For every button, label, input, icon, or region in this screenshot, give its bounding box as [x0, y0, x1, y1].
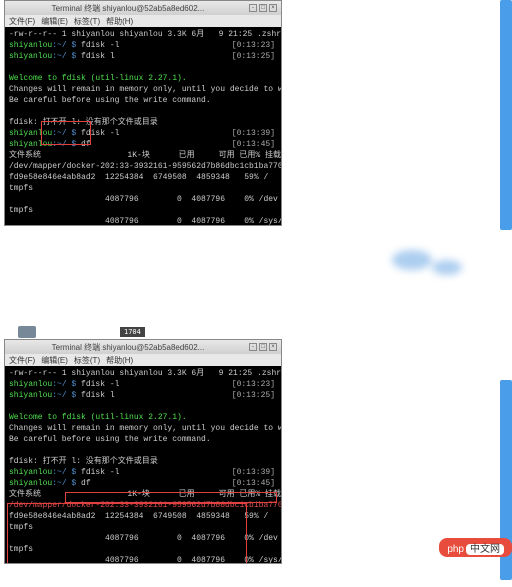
terminal-line: fdisk: 打不开 l: 没有那个文件或目录: [9, 456, 277, 467]
terminal-line: shiyanlou:~/ $ fdisk -l[0:13:23]: [9, 40, 277, 51]
terminal-line: /dev/mapper/docker-202:33-3932161-959562…: [9, 161, 277, 172]
terminal-line: 文件系统 1K-块 已用 可用 已用% 挂载点: [9, 489, 277, 500]
terminal-line: tmpfs: [9, 522, 277, 533]
php-badge: php中文网: [439, 538, 512, 557]
terminal-line: fd9e58e846e4ab8ad2 12254384 6749508 4859…: [9, 511, 277, 522]
folder-icon[interactable]: [18, 326, 36, 338]
menu-edit[interactable]: 编辑(E): [41, 16, 68, 27]
terminal-line: Changes will remain in memory only, unti…: [9, 423, 277, 434]
terminal-line: Be careful before using the write comman…: [9, 434, 277, 445]
maximize-button[interactable]: □: [259, 4, 267, 12]
terminal-line: shiyanlou:~/ $ fdisk l[0:13:25]: [9, 51, 277, 62]
window-title: Terminal 终端 shiyanlou@52ab5a8ed602...: [9, 342, 247, 353]
menu-help[interactable]: 帮助(H): [106, 16, 133, 27]
terminal-line: Changes will remain in memory only, unti…: [9, 84, 277, 95]
terminal-output[interactable]: -rw-r--r-- 1 shiyanlou shiyanlou 3.3K 6月…: [5, 27, 281, 225]
terminal-line: [9, 62, 277, 73]
terminal-line: Welcome to fdisk (util-linux 2.27.1).: [9, 412, 277, 423]
terminal-window-2[interactable]: Terminal 终端 shiyanlou@52ab5a8ed602... - …: [4, 339, 282, 564]
terminal-line: fdisk: 打不开 l: 没有那个文件或目录: [9, 117, 277, 128]
terminal-line: /dev/mapper/docker-202:33-3932161-959562…: [9, 500, 277, 511]
terminal-line: tmpfs: [9, 205, 277, 216]
menu-help[interactable]: 帮助(H): [106, 355, 133, 366]
taskbar-time: 1704: [120, 327, 145, 337]
menubar[interactable]: 文件(F) 编辑(E) 标签(T) 帮助(H): [5, 354, 281, 366]
close-button[interactable]: ×: [269, 4, 277, 12]
terminal-line: fd9e58e846e4ab8ad2 12254384 6749508 4859…: [9, 172, 277, 183]
menu-tabs[interactable]: 标签(T): [74, 355, 100, 366]
window-title: Terminal 终端 shiyanlou@52ab5a8ed602...: [9, 3, 247, 14]
minimize-button[interactable]: -: [249, 343, 257, 351]
terminal-line: shiyanlou:~/ $ fdisk -l[0:13:23]: [9, 379, 277, 390]
titlebar[interactable]: Terminal 终端 shiyanlou@52ab5a8ed602... - …: [5, 340, 281, 354]
menubar[interactable]: 文件(F) 编辑(E) 标签(T) 帮助(H): [5, 15, 281, 27]
terminal-line: shiyanlou:~/ $ fdisk -l[0:13:39]: [9, 467, 277, 478]
close-button[interactable]: ×: [269, 343, 277, 351]
terminal-line: -rw-r--r-- 1 shiyanlou shiyanlou 3.3K 6月…: [9, 29, 277, 40]
minimize-button[interactable]: -: [249, 4, 257, 12]
menu-file[interactable]: 文件(F): [9, 16, 35, 27]
terminal-line: 4087796 0 4087796 0% /sys/fs/cgroup: [9, 555, 277, 563]
terminal-line: Be careful before using the write comman…: [9, 95, 277, 106]
terminal-line: shiyanlou:~/ $ df[0:13:45]: [9, 478, 277, 489]
terminal-line: 文件系统 1K-块 已用 可用 已用% 挂载点: [9, 150, 277, 161]
maximize-button[interactable]: □: [259, 343, 267, 351]
terminal-line: 4087796 0 4087796 0% /sys/fs/cgroup: [9, 216, 277, 225]
terminal-line: tmpfs: [9, 183, 277, 194]
terminal-line: shiyanlou:~/ $ fdisk l[0:13:25]: [9, 390, 277, 401]
terminal-line: tmpfs: [9, 544, 277, 555]
terminal-line: [9, 106, 277, 117]
terminal-line: 4087796 0 4087796 0% /dev: [9, 533, 277, 544]
page-decoration: [500, 0, 512, 230]
terminal-line: 4087796 0 4087796 0% /dev: [9, 194, 277, 205]
terminal-line: shiyanlou:~/ $ df[0:13:45]: [9, 139, 277, 150]
menu-edit[interactable]: 编辑(E): [41, 355, 68, 366]
terminal-output[interactable]: -rw-r--r-- 1 shiyanlou shiyanlou 3.3K 6月…: [5, 366, 281, 563]
titlebar[interactable]: Terminal 终端 shiyanlou@52ab5a8ed602... - …: [5, 1, 281, 15]
terminal-line: Welcome to fdisk (util-linux 2.27.1).: [9, 73, 277, 84]
terminal-line: [9, 401, 277, 412]
terminal-line: shiyanlou:~/ $ fdisk -l[0:13:39]: [9, 128, 277, 139]
terminal-line: [9, 445, 277, 456]
terminal-line: -rw-r--r-- 1 shiyanlou shiyanlou 3.3K 6月…: [9, 368, 277, 379]
terminal-window-1[interactable]: Terminal 终端 shiyanlou@52ab5a8ed602... - …: [4, 0, 282, 226]
menu-tabs[interactable]: 标签(T): [74, 16, 100, 27]
menu-file[interactable]: 文件(F): [9, 355, 35, 366]
watermark: [382, 240, 482, 290]
